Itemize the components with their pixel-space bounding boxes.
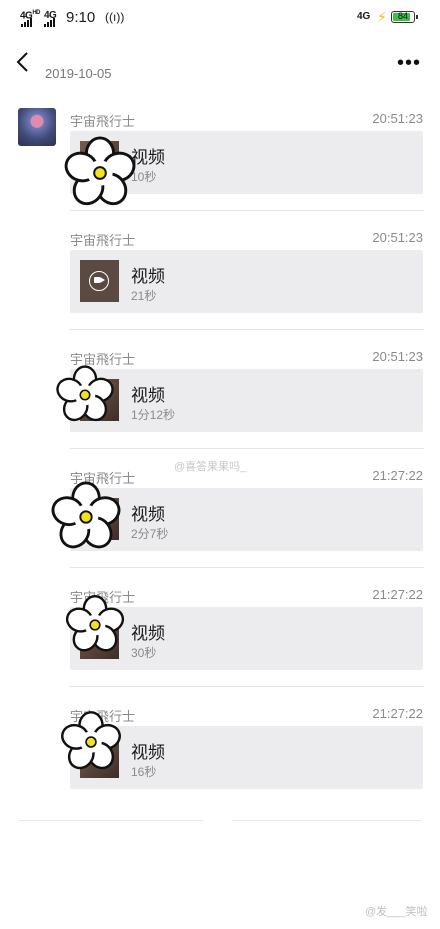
video-duration: 30秒 [131,646,157,660]
video-card[interactable]: 视频 21秒 [70,250,423,313]
back-arrow-icon[interactable] [12,50,36,74]
flower-sticker-icon [51,481,121,549]
divider [70,448,424,449]
flower-sticker-icon [65,595,125,652]
message-time: 21:27:22 [372,587,423,602]
status-bar: 4GHD 4G 9:10 ((ı)) 4G ⚡ 84 [0,0,440,36]
avatar[interactable] [18,108,56,146]
watermark-text: @发___笑啦 [365,906,428,918]
divider [70,686,424,687]
sender-name: 宇宙飛行士 [70,114,136,129]
battery-icon: 84 [391,11,418,23]
video-title: 视频 [131,624,165,643]
video-thumbnail [80,260,119,302]
video-title: 视频 [131,267,165,286]
charging-icon: ⚡ [377,9,387,25]
footer-divider [18,820,204,821]
network-label-right: 4G [357,11,371,22]
divider [70,210,424,211]
video-title: 视频 [131,505,165,524]
flower-sticker-icon [56,365,114,422]
message-time: 21:27:22 [372,706,423,721]
battery-level: 84 [397,11,408,21]
video-duration: 21秒 [131,289,157,303]
nfc-icon: ((ı)) [105,10,125,24]
page-date: 2019-10-05 [45,66,112,81]
video-title: 视频 [131,743,165,762]
message-time: 20:51:23 [372,111,423,126]
divider [70,567,424,568]
status-time: 9:10 [66,9,96,26]
video-duration: 1分12秒 [131,408,176,422]
footer-divider [232,820,422,821]
flower-sticker-icon [64,136,136,206]
video-title: 视频 [131,386,165,405]
message-time: 20:51:23 [372,349,423,364]
video-card[interactable]: 视频 1分12秒 [70,369,423,432]
video-duration: 16秒 [131,765,157,779]
watermark-text: @喜答果果吗_ [174,461,247,473]
video-duration: 2分7秒 [131,527,169,541]
message-time: 20:51:23 [372,230,423,245]
signal-icon-2 [44,18,55,27]
message-time: 21:27:22 [372,468,423,483]
more-options-icon[interactable]: ••• [397,52,421,75]
sender-name: 宇宙飛行士 [70,233,136,248]
signal-icon [21,18,32,27]
video-camera-icon [89,271,109,291]
divider [70,329,424,330]
flower-sticker-icon [61,711,121,770]
